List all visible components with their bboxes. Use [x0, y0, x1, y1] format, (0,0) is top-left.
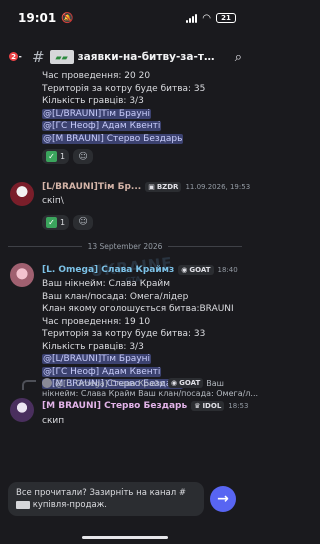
- arrow-right-icon: →: [217, 491, 229, 507]
- reply-username: @[L. Omega] Слава Крайм: [55, 378, 165, 388]
- channel-emoji-icon: [16, 500, 30, 509]
- reply-avatar: [42, 378, 52, 388]
- avatar[interactable]: [10, 398, 34, 422]
- message-line: Кількість гравців: 3/3: [42, 96, 144, 106]
- user-mention[interactable]: @[M BRAUNI] Стерво Бездарь: [42, 133, 184, 144]
- user-mention[interactable]: @[L/BRAUNI]Тім Брауні: [42, 354, 152, 364]
- wifi-icon: ◠: [202, 12, 211, 24]
- channel-header: ← 2 # ▰▰ заявки-на-битву-за-т... ⌕: [0, 42, 250, 72]
- tag-icon: ▣: [148, 183, 155, 191]
- search-icon[interactable]: ⌕: [235, 50, 242, 65]
- message-line: Час проведення: 20 20: [42, 71, 151, 81]
- user-mention[interactable]: @[ГС Неоф] Адам Квенті: [42, 121, 162, 131]
- message-line: Ваш нікнейм: Слава Крайм: [42, 279, 171, 289]
- tag-icon: ♛: [194, 402, 201, 410]
- username[interactable]: [L. Omega] Слава Краймз: [42, 265, 174, 275]
- reaction-check[interactable]: ✓ 1: [42, 214, 70, 230]
- user-mention[interactable]: @[L/BRAUNI]Тім Брауні: [42, 108, 152, 119]
- timestamp: 11.09.2026, 19:53: [185, 183, 251, 191]
- reaction-count: 1: [60, 217, 66, 227]
- home-indicator: [82, 536, 168, 539]
- unread-badge: 2: [8, 51, 19, 62]
- status-indicators: ◠ 21: [186, 13, 236, 24]
- channel-emoji-icon: ▰▰: [49, 50, 74, 64]
- tag-icon: ◉: [170, 379, 178, 387]
- composer: Все прочитали? Зазирніть на канал # купі…: [0, 474, 250, 544]
- message-body: Ваш нікнейм: Слава Крайм Ваш клан/посада…: [42, 278, 234, 391]
- add-reaction-button[interactable]: ☺: [73, 149, 94, 164]
- message-text: скіп\: [42, 196, 64, 206]
- reply-text-continued: нікнейм: Слава Крайм Ваш клан/посада: Ом…: [42, 389, 259, 398]
- avatar[interactable]: [10, 182, 34, 206]
- username[interactable]: [M BRAUNI] Стерво Бездарь: [42, 401, 187, 411]
- message-body: скіп\ ✓ 1 ☺: [42, 195, 94, 230]
- hash-icon: #: [32, 48, 45, 66]
- message-line: Ваш клан/посада: Омега/лідер: [42, 291, 189, 302]
- message-text: скип: [42, 416, 65, 426]
- tag-label: IDOL: [202, 402, 222, 410]
- check-emoji-icon: ✓: [46, 151, 57, 162]
- tag-label: GOAT: [189, 266, 211, 274]
- check-emoji-icon: ✓: [46, 216, 57, 228]
- server-tag[interactable]: ♛ IDOL: [191, 401, 225, 411]
- battery-icon: 21: [216, 13, 236, 23]
- date-divider: 13 September 2026: [8, 242, 243, 251]
- reactions-row: ✓ 1 ☺: [42, 149, 205, 164]
- battery-level: 21: [221, 14, 231, 22]
- message-line: Територія за котру буде битва: 35: [42, 83, 206, 94]
- tag-icon: ◉: [181, 266, 188, 274]
- reaction-check[interactable]: ✓ 1: [42, 149, 70, 164]
- status-time: 19:01: [18, 11, 57, 25]
- message-line: Кількість гравців: 3/3: [42, 341, 144, 352]
- tag-label: BZDR: [156, 183, 179, 191]
- server-tag: ◉ GOAT: [167, 378, 204, 388]
- channel-name[interactable]: заявки-на-битву-за-т...: [78, 51, 216, 63]
- user-mention[interactable]: @[ГС Неоф] Адам Квенті: [42, 366, 162, 377]
- reactions-row: ✓ 1 ☺: [42, 214, 94, 230]
- message-body: Час проведення: 20 20 Територія за котру…: [42, 70, 205, 164]
- message-header: [L. Omega] Слава Краймз ◉ GOAT 18:40: [42, 265, 238, 275]
- reply-preview[interactable]: @[L. Omega] Слава Крайм ◉ GOAT Ваш: [42, 378, 224, 388]
- signal-icon: [186, 13, 198, 23]
- message-line: Клан якому оголошується битва:BRAUNI: [42, 304, 234, 314]
- message-input[interactable]: Все прочитали? Зазирніть на канал # купі…: [8, 482, 204, 516]
- server-tag[interactable]: ▣ BZDR: [145, 182, 182, 192]
- status-bar: 19:01 🔕 ◠ 21: [0, 0, 250, 36]
- username[interactable]: [L/BRAUNI]Тім Бр...: [42, 182, 141, 192]
- avatar[interactable]: [10, 263, 34, 287]
- reply-connector: [22, 380, 36, 390]
- message-line: Територія за котру буде битва: 33: [42, 329, 206, 339]
- timestamp: 18:40: [217, 266, 238, 274]
- reaction-count: 1: [60, 152, 66, 161]
- mute-bell-icon: 🔕: [61, 12, 74, 24]
- message-header: [L/BRAUNI]Тім Бр... ▣ BZDR 11.09.2026, 19…: [42, 182, 250, 192]
- message-line: Час проведення: 19 10: [42, 316, 151, 327]
- timestamp: 18:53: [228, 402, 249, 410]
- add-reaction-button[interactable]: ☺: [73, 214, 94, 230]
- reply-text: Ваш: [206, 378, 224, 388]
- composer-line: Все прочитали? Зазирніть на канал #: [16, 488, 186, 498]
- server-tag[interactable]: ◉ GOAT: [178, 265, 214, 275]
- message-header: [M BRAUNI] Стерво Бездарь ♛ IDOL 18:53: [42, 401, 248, 411]
- send-button[interactable]: →: [210, 486, 236, 512]
- composer-line: купівля-продаж.: [32, 500, 108, 510]
- message-body: скип: [42, 415, 64, 428]
- divider-date: 13 September 2026: [87, 242, 163, 251]
- tag-label: GOAT: [179, 379, 201, 387]
